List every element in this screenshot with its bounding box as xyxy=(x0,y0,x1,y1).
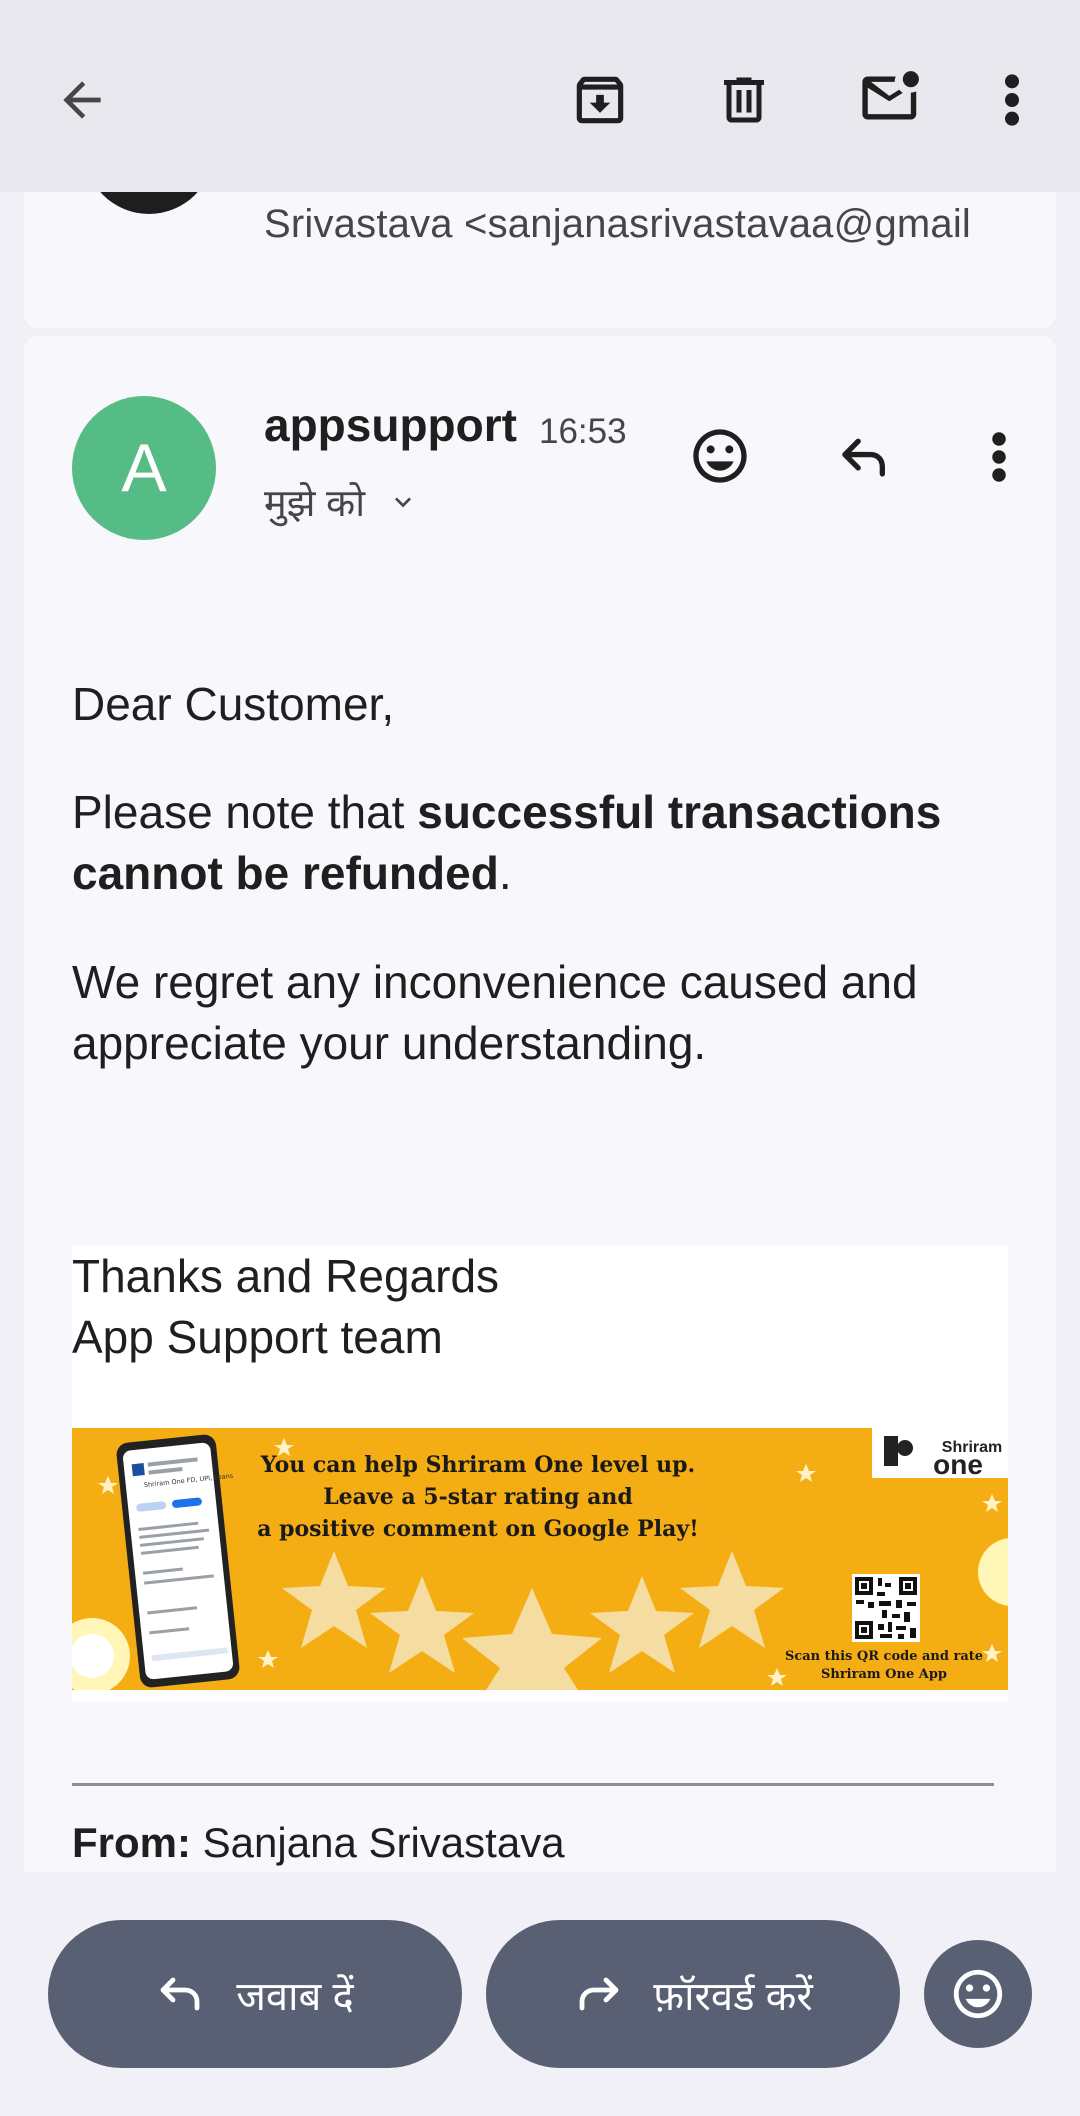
recipient-label: मुझे को xyxy=(264,483,366,525)
recipient-details[interactable]: मुझे को xyxy=(264,476,419,528)
forward-button[interactable]: फ़ॉरवर्ड करें xyxy=(486,1920,900,2068)
from-label: From: xyxy=(72,1819,191,1866)
body-paragraph: Please note that successful transactions… xyxy=(72,782,1042,904)
reply-button[interactable]: जवाब दें xyxy=(48,1920,462,2068)
emoji-reaction-button[interactable] xyxy=(924,1940,1032,2048)
from-value: Sanjana Srivastava xyxy=(191,1819,565,1866)
top-app-bar xyxy=(0,0,1080,192)
signature-line: Thanks and Regards xyxy=(72,1250,500,1302)
body-paragraph: We regret any inconvenience caused and a… xyxy=(72,956,918,1069)
archive-icon[interactable] xyxy=(562,62,638,138)
svg-text:a positive comment on Google P: a positive comment on Google Play! xyxy=(257,1516,699,1542)
back-icon[interactable] xyxy=(46,64,118,136)
qr-code xyxy=(852,1574,920,1642)
message-time: 16:53 xyxy=(539,412,627,451)
emoji-reaction-icon[interactable] xyxy=(686,422,754,490)
svg-text:You can help Shriram One level: You can help Shriram One level up. xyxy=(260,1452,695,1478)
more-vert-icon[interactable] xyxy=(990,64,1034,136)
signature-block: Thanks and Regards App Support team Shri… xyxy=(72,1246,1008,1702)
mark-unread-icon[interactable] xyxy=(850,58,934,138)
body-text: Please note that xyxy=(72,786,418,838)
sender-address: Srivastava <sanjanasrivastavaa@gmail xyxy=(264,202,972,246)
quote-divider xyxy=(72,1783,994,1786)
svg-text:Shriram One App: Shriram One App xyxy=(821,1667,947,1682)
message-card: A appsupport 16:53 मुझे को Dear Customer… xyxy=(24,336,1056,1872)
emoji-icon xyxy=(953,1969,1003,2019)
reply-icon[interactable] xyxy=(830,426,896,488)
more-vert-icon[interactable] xyxy=(984,424,1014,490)
greeting: Dear Customer, xyxy=(72,678,395,730)
svg-text:Leave a 5-star rating and: Leave a 5-star rating and xyxy=(323,1484,633,1510)
signature-text: Thanks and Regards App Support team xyxy=(72,1246,499,1368)
svg-text:Scan this QR code and rate: Scan this QR code and rate xyxy=(785,1649,983,1664)
forward-icon xyxy=(579,1977,619,2011)
svg-text:one: one xyxy=(933,1449,983,1480)
chevron-down-icon xyxy=(395,497,412,508)
trash-icon[interactable] xyxy=(706,62,782,138)
sender-name: appsupport xyxy=(264,399,517,451)
avatar: A xyxy=(72,396,216,540)
reply-label: जवाब दें xyxy=(236,1974,354,2019)
promo-banner[interactable]: Shriram One FD, UPI, Loans You can help … xyxy=(72,1428,1008,1690)
reply-icon xyxy=(160,1977,200,2011)
quoted-from-line: From: Sanjana Srivastava xyxy=(72,1819,565,1867)
forward-label: फ़ॉरवर्ड करें xyxy=(653,1974,813,2019)
signature-line: App Support team xyxy=(72,1311,443,1363)
body-text: . xyxy=(498,847,512,899)
